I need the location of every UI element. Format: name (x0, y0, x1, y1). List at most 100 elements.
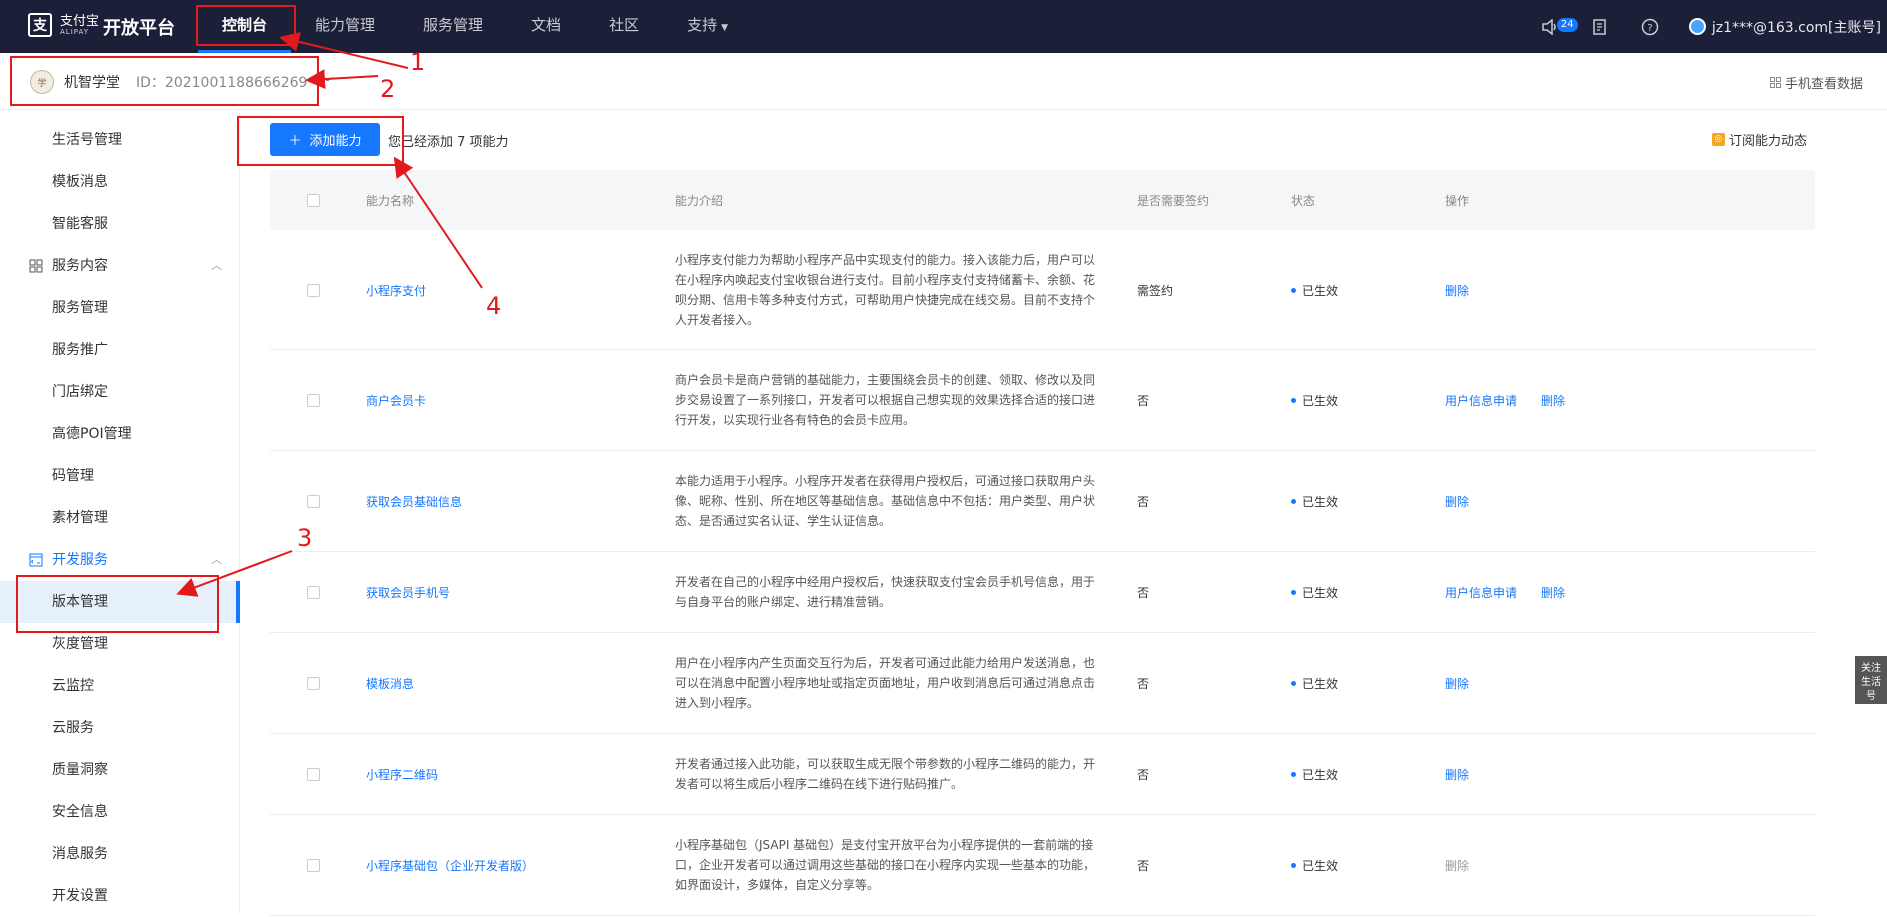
document-icon[interactable] (1589, 16, 1611, 38)
annotation-box-1 (196, 5, 296, 46)
sidebar-item-store-bind[interactable]: 门店绑定 (0, 371, 240, 413)
speaker-icon[interactable]: 24 (1539, 16, 1578, 38)
user-info-apply-link[interactable]: 用户信息申请 (1445, 584, 1517, 601)
annotation-number-2: 2 (380, 75, 396, 103)
code-window-icon (29, 553, 43, 567)
rss-icon: ◎ (1711, 133, 1725, 146)
row-checkbox[interactable] (307, 284, 320, 297)
status-label: 已生效 (1302, 586, 1339, 600)
capability-name-link[interactable]: 商户会员卡 (366, 392, 426, 409)
delete-link[interactable]: 删除 (1541, 392, 1565, 409)
capability-desc: 开发者通过接入此功能，可以获取生成无限个带参数的小程序二维码的能力，开发者可以将… (675, 757, 1096, 791)
delete-link[interactable]: 删除 (1445, 857, 1469, 874)
delete-link[interactable]: 删除 (1445, 493, 1469, 510)
apps-grid-icon (29, 259, 43, 273)
row-actions: 用户信息申请 删除 (1445, 392, 1565, 409)
nav-service[interactable]: 服务管理 (399, 0, 507, 53)
nav-support-label: 支持 (687, 16, 718, 34)
sidebar-item-lifeaccount[interactable]: 生活号管理 (0, 119, 240, 161)
annotation-number-4: 4 (486, 292, 502, 320)
nav-docs[interactable]: 文档 (507, 0, 585, 53)
table-row: 获取会员基础信息 本能力适用于小程序。小程序开发者在获得用户授权后，可通过接口获… (270, 451, 1815, 552)
alipay-logo[interactable]: 支 支付宝 ALIPAY (28, 13, 99, 37)
account-menu[interactable]: jz1***@163.com[主账号] (1688, 17, 1881, 37)
logo-subtext: ALIPAY (60, 27, 90, 36)
sidebar-group-service-label: 服务内容 (52, 258, 108, 274)
row-checkbox[interactable] (307, 859, 320, 872)
row-actions: 删除 (1445, 766, 1469, 783)
sidebar-item-quality[interactable]: 质量洞察 (0, 749, 240, 791)
sidebar-item-cloud-monitor[interactable]: 云监控 (0, 665, 240, 707)
sidebar-item-material-mgmt[interactable]: 素材管理 (0, 497, 240, 539)
capability-name-link[interactable]: 小程序基础包（企业开发者版） (366, 857, 534, 874)
row-actions: 删除 (1445, 493, 1469, 510)
sidebar-item-dev-settings[interactable]: 开发设置 (0, 875, 240, 917)
capability-name-link[interactable]: 获取会员基础信息 (366, 493, 462, 510)
delete-link[interactable]: 删除 (1445, 675, 1469, 692)
row-checkbox[interactable] (307, 768, 320, 781)
annotation-box-4 (237, 116, 404, 166)
chevron-down-icon: ﹀ (321, 75, 334, 90)
status-badge: 已生效 (1291, 282, 1338, 299)
delete-link[interactable]: 删除 (1445, 282, 1469, 299)
annotation-number-3: 3 (297, 524, 313, 552)
sidebar-item-smart-cs[interactable]: 智能客服 (0, 203, 240, 245)
table-row: 获取会员手机号 开发者在自己的小程序中经用户授权后，快速获取支付宝会员手机号信息… (270, 552, 1815, 633)
row-checkbox[interactable] (307, 677, 320, 690)
status-label: 已生效 (1302, 284, 1339, 298)
status-dot-icon (1291, 288, 1296, 293)
sidebar-item-template-msg[interactable]: 模板消息 (0, 161, 240, 203)
capability-name-link[interactable]: 模板消息 (366, 675, 414, 692)
delete-link[interactable]: 删除 (1445, 766, 1469, 783)
user-info-apply-link[interactable]: 用户信息申请 (1445, 392, 1517, 409)
subscribe-link[interactable]: ◎ 订阅能力动态 (1711, 130, 1807, 149)
nav-capability[interactable]: 能力管理 (291, 0, 399, 53)
logo-text: 支付宝 (60, 13, 100, 29)
select-all-checkbox[interactable] (307, 194, 320, 207)
account-label: jz1***@163.com[主账号] (1711, 19, 1881, 36)
notification-badge: 24 (1556, 17, 1578, 32)
sidebar-item-code-mgmt[interactable]: 码管理 (0, 455, 240, 497)
sign-required: 否 (1137, 677, 1150, 691)
sidebar-item-service-mgmt[interactable]: 服务管理 (0, 287, 240, 329)
col-status: 状态 (1291, 194, 1316, 208)
nav-support[interactable]: 支持 ▼ (663, 0, 752, 53)
table-row: 小程序支付 小程序支付能力为帮助小程序产品中实现支付的能力。接入该能力后，用户可… (270, 230, 1815, 350)
sidebar-item-message[interactable]: 消息服务 (0, 833, 240, 875)
annotation-number-1: 1 (410, 48, 426, 76)
help-icon[interactable]: ? (1639, 16, 1661, 38)
caret-down-icon: ▼ (721, 23, 729, 33)
status-label: 已生效 (1302, 859, 1339, 873)
sidebar: 生活号管理 模板消息 智能客服 服务内容 ︿ 服务管理 服务推广 门店绑定 高德… (0, 110, 240, 914)
sidebar-item-service-promo[interactable]: 服务推广 (0, 329, 240, 371)
capability-desc: 小程序支付能力为帮助小程序产品中实现支付的能力。接入该能力后，用户可以在小程序内… (675, 253, 1096, 327)
row-checkbox[interactable] (307, 586, 320, 599)
row-checkbox[interactable] (307, 495, 320, 508)
follow-lifeaccount-tab[interactable]: 关注生活号 (1855, 656, 1887, 704)
mobile-data-link[interactable]: 手机查看数据 (1769, 73, 1863, 92)
delete-link[interactable]: 删除 (1541, 584, 1565, 601)
subscribe-label: 订阅能力动态 (1728, 134, 1807, 149)
status-label: 已生效 (1302, 495, 1339, 509)
sidebar-group-service[interactable]: 服务内容 ︿ (0, 245, 240, 287)
status-badge: 已生效 (1291, 857, 1338, 874)
top-right-tools: 24 ? jz1***@163.com[主账号] (1539, 0, 1887, 53)
sidebar-item-security[interactable]: 安全信息 (0, 791, 240, 833)
table-row: 商户会员卡 商户会员卡是商户营销的基础能力，主要围绕会员卡的创建、领取、修改以及… (270, 350, 1815, 451)
sidebar-item-amap-poi[interactable]: 高德POI管理 (0, 413, 240, 455)
status-badge: 已生效 (1291, 766, 1338, 783)
capability-name-link[interactable]: 小程序支付 (366, 282, 426, 299)
sign-required: 否 (1137, 394, 1150, 408)
row-actions: 删除 (1445, 675, 1469, 692)
row-checkbox[interactable] (307, 394, 320, 407)
status-label: 已生效 (1302, 677, 1339, 691)
avatar (1688, 18, 1706, 35)
status-dot-icon (1291, 681, 1296, 686)
capability-name-link[interactable]: 小程序二维码 (366, 766, 438, 783)
main-content: ＋ 添加能力 您已经添加 7 项能力 ◎ 订阅能力动态 能力名称 能力介绍 是否… (240, 110, 1887, 916)
capability-desc: 本能力适用于小程序。小程序开发者在获得用户授权后，可通过接口获取用户头像、昵称、… (675, 474, 1096, 528)
row-actions: 删除 (1445, 857, 1469, 874)
capability-name-link[interactable]: 获取会员手机号 (366, 584, 450, 601)
nav-community[interactable]: 社区 (585, 0, 663, 53)
sidebar-item-cloud-service[interactable]: 云服务 (0, 707, 240, 749)
